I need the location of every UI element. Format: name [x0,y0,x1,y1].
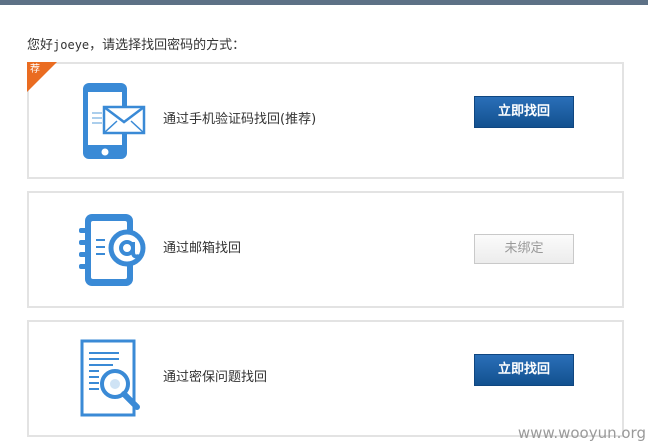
top-bar [0,0,648,5]
option-card-sms: 荐 通过手机验证码找回(推荐) 立即找回 [27,62,624,179]
greeting-suffix: ，请选择找回密码的方式： [89,38,246,53]
document-search-icon [80,339,140,417]
option-label-email: 通过邮箱找回 [163,241,242,256]
email-notebook-icon [79,214,146,286]
greeting-text: 您好joeye，请选择找回密码的方式： [27,36,245,55]
recover-security-question-button[interactable]: 立即找回 [474,354,574,386]
phone-mail-icon [83,83,146,159]
option-label-sms: 通过手机验证码找回(推荐) [163,112,317,127]
username: joeye [53,38,90,52]
recommended-badge: 荐 [27,62,57,92]
option-label-security-question: 通过密保问题找回 [163,370,268,385]
badge-label: 荐 [30,64,40,75]
watermark: www.wooyun.org [517,424,646,442]
option-card-email: 通过邮箱找回 未绑定 [27,191,624,308]
recover-sms-button[interactable]: 立即找回 [474,96,574,128]
option-card-security-question: 通过密保问题找回 立即找回 [27,320,624,437]
email-not-bound-button: 未绑定 [474,234,574,264]
greeting-prefix: 您好 [27,38,54,53]
